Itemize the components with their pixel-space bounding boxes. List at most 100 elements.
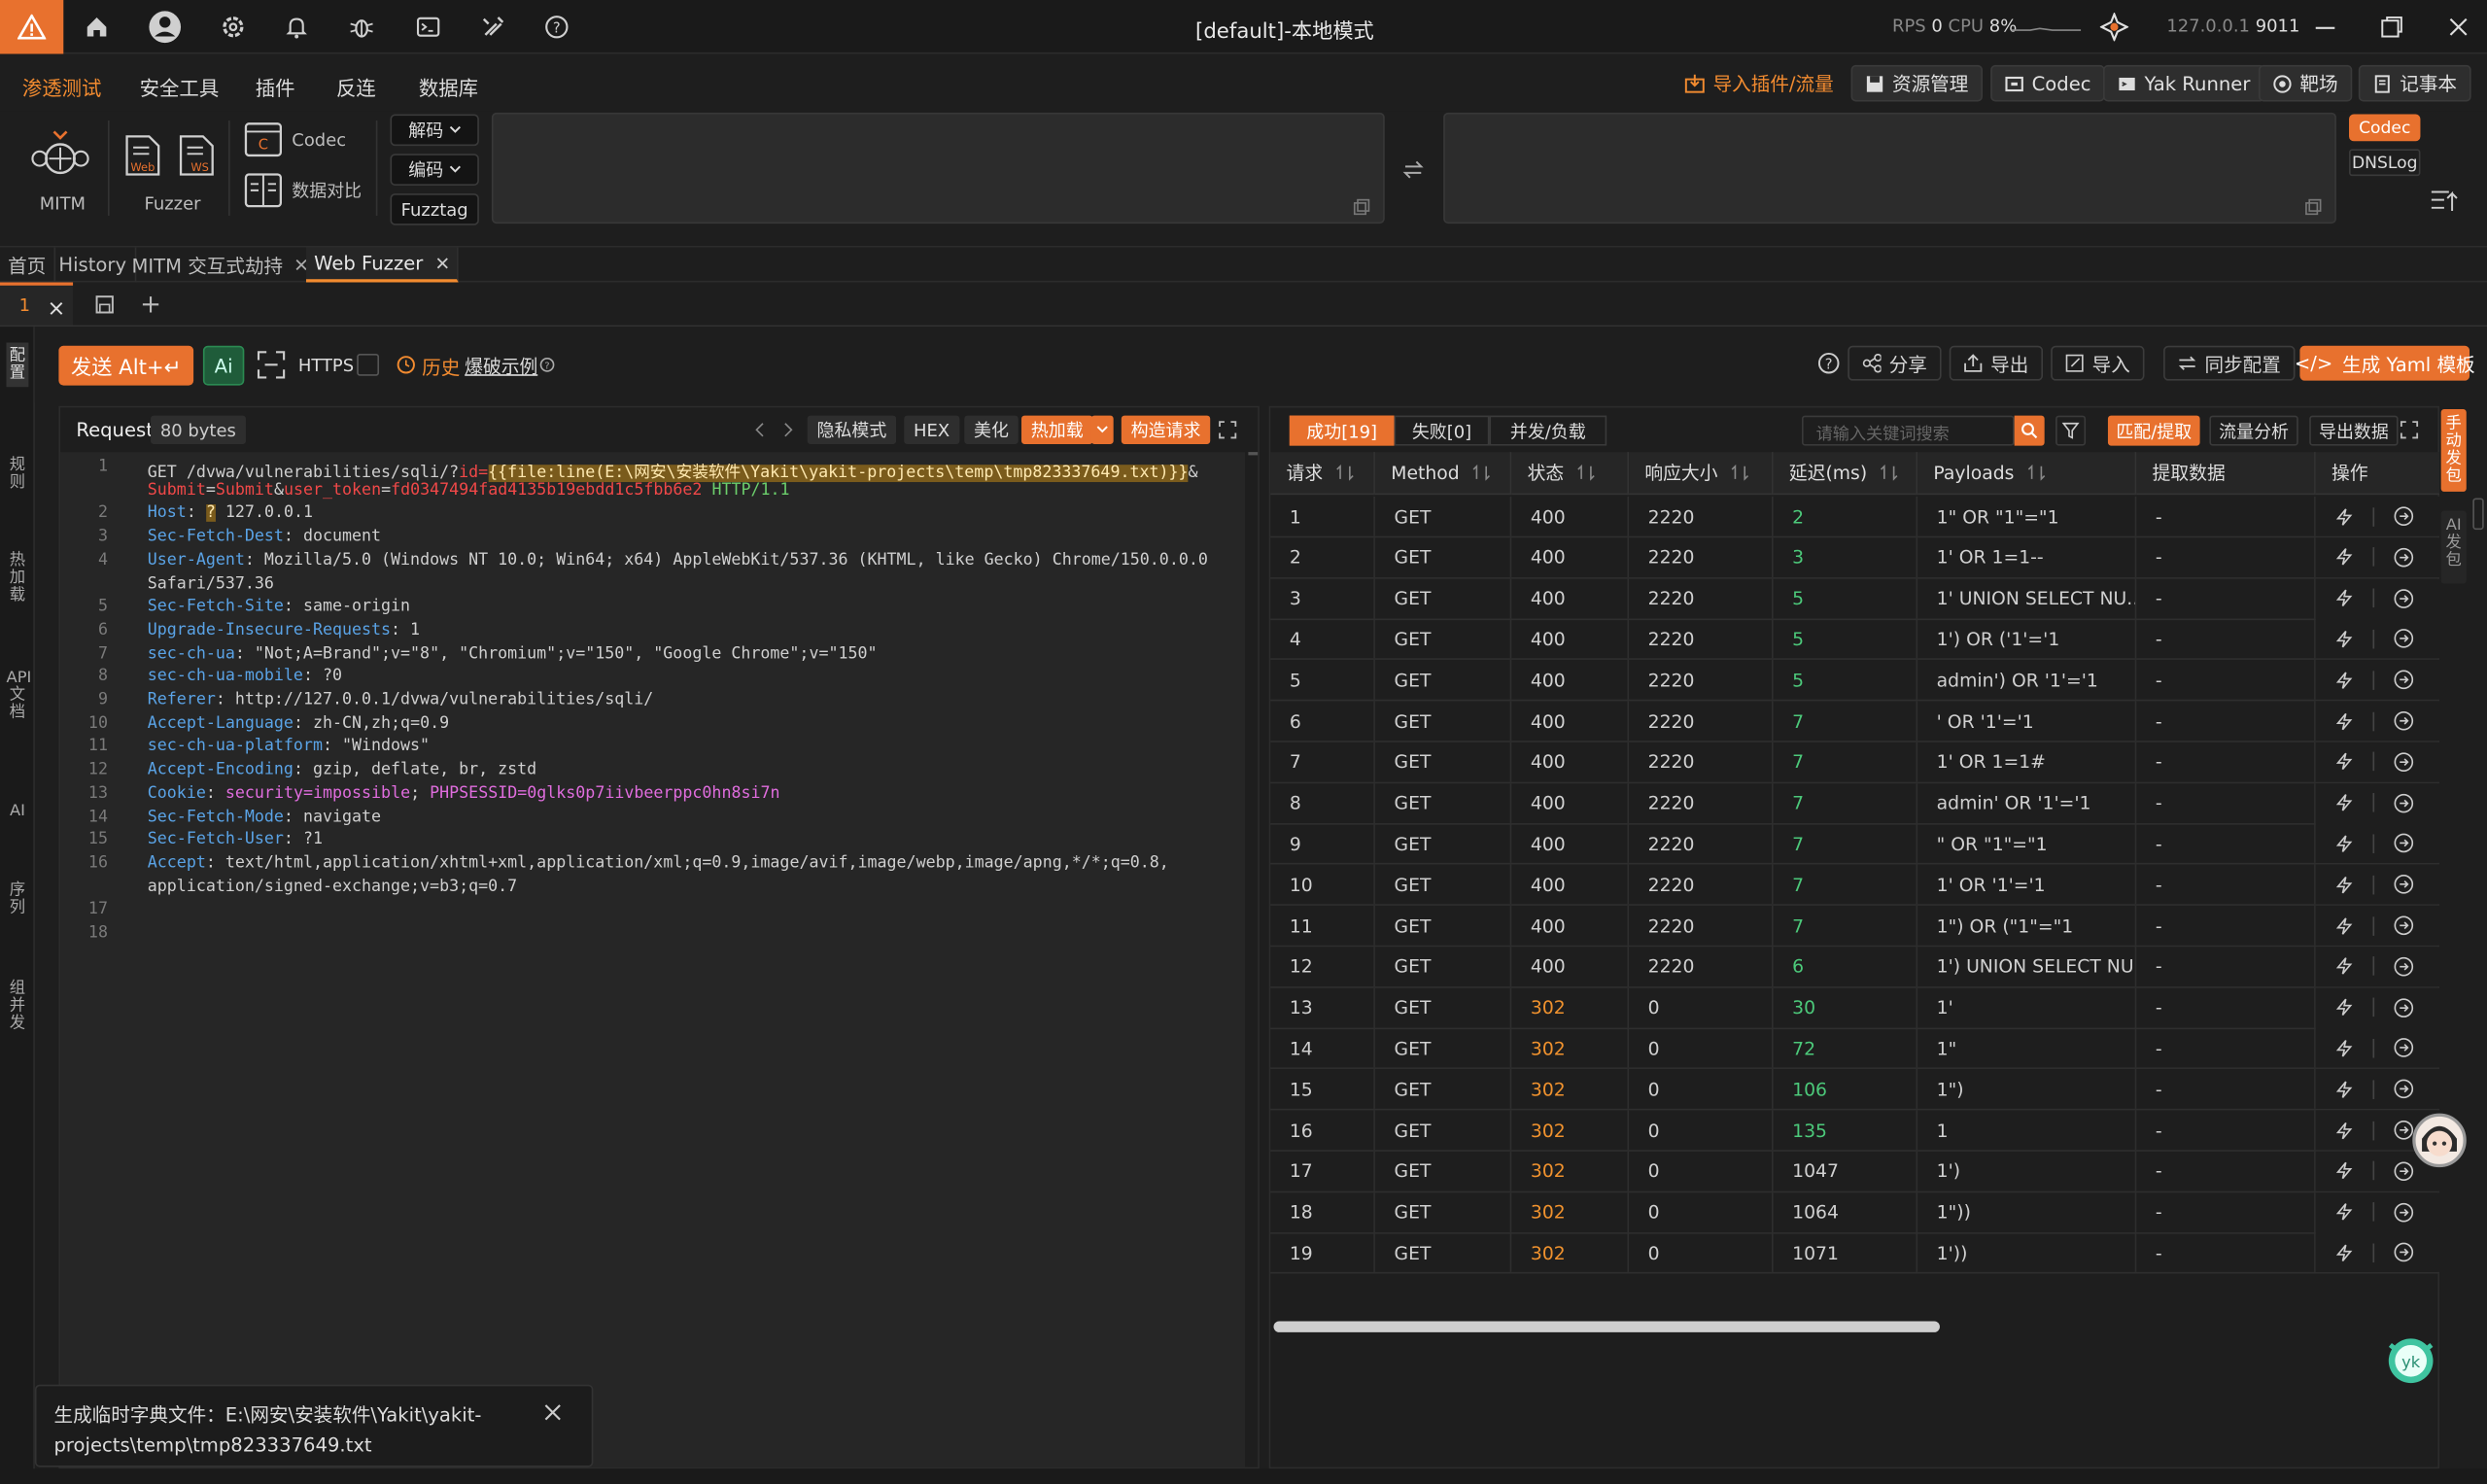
- tools-icon[interactable]: [476, 10, 511, 45]
- user-icon[interactable]: [148, 10, 183, 45]
- history-link[interactable]: 历史: [422, 354, 460, 381]
- traffic-analysis-button[interactable]: 流量分析: [2209, 415, 2298, 446]
- lightning-icon[interactable]: [2334, 548, 2354, 568]
- sort-icon[interactable]: [1335, 465, 1355, 481]
- goto-icon[interactable]: [2394, 751, 2414, 772]
- manual-send-tab[interactable]: 手动发包: [2440, 409, 2467, 492]
- horizontal-scrollbar[interactable]: [1273, 1321, 1940, 1332]
- concurrency-tab[interactable]: 并发/负载: [1489, 415, 1607, 446]
- mitm-button[interactable]: [28, 127, 91, 188]
- subtab-1[interactable]: 1: [0, 282, 74, 326]
- bell-icon[interactable]: [279, 10, 314, 45]
- lightning-icon[interactable]: [2334, 630, 2354, 649]
- resource-manager-button[interactable]: 资源管理: [1850, 64, 1984, 102]
- lightning-icon[interactable]: [2334, 589, 2354, 608]
- sort-icon[interactable]: [1731, 465, 1750, 481]
- table-row[interactable]: 14 GET 302 0 72 1" -: [1270, 1028, 2441, 1070]
- table-row[interactable]: 10 GET 400 2220 7 1' OR '1'='1-: [1270, 864, 2441, 907]
- gear-icon[interactable]: [216, 10, 251, 45]
- goto-icon[interactable]: [2394, 1201, 2414, 1222]
- goto-icon[interactable]: [2394, 1243, 2414, 1263]
- table-row[interactable]: 13 GET 302 0 30 1' -: [1270, 987, 2441, 1029]
- warning-icon[interactable]: [0, 0, 64, 54]
- fullscreen-icon[interactable]: [257, 351, 286, 379]
- hex-button[interactable]: HEX: [904, 415, 959, 444]
- menu-pentest[interactable]: 渗透测试: [22, 71, 102, 101]
- sort-icon[interactable]: [2026, 465, 2046, 481]
- add-tab-icon[interactable]: [141, 295, 160, 315]
- tab-mitm[interactable]: MITM 交互式劫持: [123, 247, 319, 283]
- goto-icon[interactable]: [2394, 1120, 2414, 1140]
- lightning-icon[interactable]: [2334, 1039, 2354, 1058]
- rail-group-concurrency[interactable]: 组并发: [7, 981, 29, 1033]
- tab-web-fuzzer[interactable]: Web Fuzzer: [305, 247, 459, 283]
- table-row[interactable]: 11 GET 400 2220 7 1") OR ("1"="1-: [1270, 905, 2441, 948]
- assistant-avatar[interactable]: [2412, 1113, 2467, 1168]
- table-row[interactable]: 2 GET 400 2220 3 1' OR 1=1-- -: [1270, 536, 2441, 579]
- codec-input[interactable]: [491, 112, 1385, 224]
- lightning-icon[interactable]: [2334, 711, 2354, 731]
- data-compare-button[interactable]: 数据对比: [244, 173, 362, 208]
- table-row[interactable]: 4 GET 400 2220 5 1') OR ('1'='1-: [1270, 619, 2441, 661]
- lightning-icon[interactable]: [2334, 1121, 2354, 1140]
- filter-button[interactable]: [2055, 415, 2087, 446]
- export-data-button[interactable]: 导出数据: [2309, 415, 2399, 446]
- codec-button[interactable]: Codec: [1990, 64, 2106, 102]
- lightning-icon[interactable]: [2334, 793, 2354, 812]
- column-header[interactable]: 操作: [2315, 452, 2441, 496]
- lightning-icon[interactable]: [2334, 875, 2354, 894]
- menu-reverse[interactable]: 反连: [336, 71, 376, 101]
- close-icon[interactable]: [50, 301, 64, 316]
- column-header[interactable]: 状态: [1511, 452, 1630, 496]
- chevron-left-icon[interactable]: [753, 422, 766, 437]
- build-request-button[interactable]: 构造请求: [1121, 415, 1211, 444]
- bruteforce-example-link[interactable]: 爆破示例: [465, 354, 537, 379]
- table-row[interactable]: 15 GET 302 0 106 1") -: [1270, 1069, 2441, 1111]
- table-row[interactable]: 1 GET 400 2220 2 1" OR "1"="1-: [1270, 496, 2441, 538]
- column-header[interactable]: 响应大小: [1629, 452, 1774, 496]
- hotload-button[interactable]: 热加载: [1021, 415, 1093, 444]
- rail-ai[interactable]: AI: [7, 803, 29, 820]
- lightning-icon[interactable]: [2334, 1080, 2354, 1099]
- privacy-mode-button[interactable]: 隐私模式: [807, 415, 897, 444]
- goto-icon[interactable]: [2394, 588, 2414, 608]
- notebook-button[interactable]: 记事本: [2358, 64, 2471, 102]
- ai-assist-button[interactable]: Ai: [202, 345, 245, 386]
- help-icon[interactable]: ?: [539, 10, 574, 45]
- save-icon[interactable]: [95, 295, 115, 315]
- menu-database[interactable]: 数据库: [419, 71, 478, 101]
- lightning-icon[interactable]: [2334, 957, 2354, 977]
- lightning-icon[interactable]: [2334, 671, 2354, 690]
- column-header[interactable]: Payloads: [1917, 452, 2137, 496]
- column-header[interactable]: 请求: [1270, 452, 1375, 496]
- menu-plugins[interactable]: 插件: [256, 71, 295, 101]
- home-icon[interactable]: [80, 10, 115, 45]
- encode-dropdown[interactable]: 编码: [390, 154, 479, 186]
- side-dnslog-tab[interactable]: DNSLog: [2349, 149, 2421, 177]
- bug-icon[interactable]: [344, 10, 379, 45]
- table-row[interactable]: 12 GET 400 2220 6 1') UNION SELECT NU... -: [1270, 946, 2441, 988]
- lightning-icon[interactable]: [2334, 1202, 2354, 1222]
- codec-output[interactable]: [1443, 112, 2336, 224]
- https-checkbox[interactable]: [357, 353, 380, 376]
- rail-config[interactable]: 配置: [6, 342, 29, 388]
- sort-icon[interactable]: [1472, 465, 1492, 481]
- copy-icon[interactable]: [1353, 198, 1370, 216]
- column-header[interactable]: 提取数据: [2136, 452, 2316, 496]
- filter-success-tab[interactable]: 成功[19]: [1289, 415, 1395, 446]
- collapse-icon[interactable]: [2430, 188, 2458, 213]
- ws-fuzzer-button[interactable]: WS: [178, 133, 216, 178]
- table-row[interactable]: 9 GET 400 2220 7 " OR "1"="1-: [1270, 823, 2441, 866]
- lightning-icon[interactable]: [2334, 1243, 2354, 1262]
- close-icon[interactable]: [544, 1403, 562, 1421]
- fuzztag-button[interactable]: Fuzztag: [390, 193, 479, 225]
- hotload-dropdown[interactable]: [1090, 415, 1114, 444]
- editor-scrollbar[interactable]: [1248, 452, 1259, 1467]
- goto-icon[interactable]: [2394, 997, 2414, 1018]
- column-header[interactable]: Method: [1374, 452, 1512, 496]
- table-row[interactable]: 8 GET 400 2220 7 admin' OR '1'='1-: [1270, 782, 2441, 824]
- rail-hotload[interactable]: 热加载: [7, 552, 29, 604]
- copy-icon[interactable]: [2304, 198, 2322, 216]
- table-row[interactable]: 17 GET 302 0 1047 1') -: [1270, 1151, 2441, 1192]
- goto-icon[interactable]: [2394, 1160, 2414, 1181]
